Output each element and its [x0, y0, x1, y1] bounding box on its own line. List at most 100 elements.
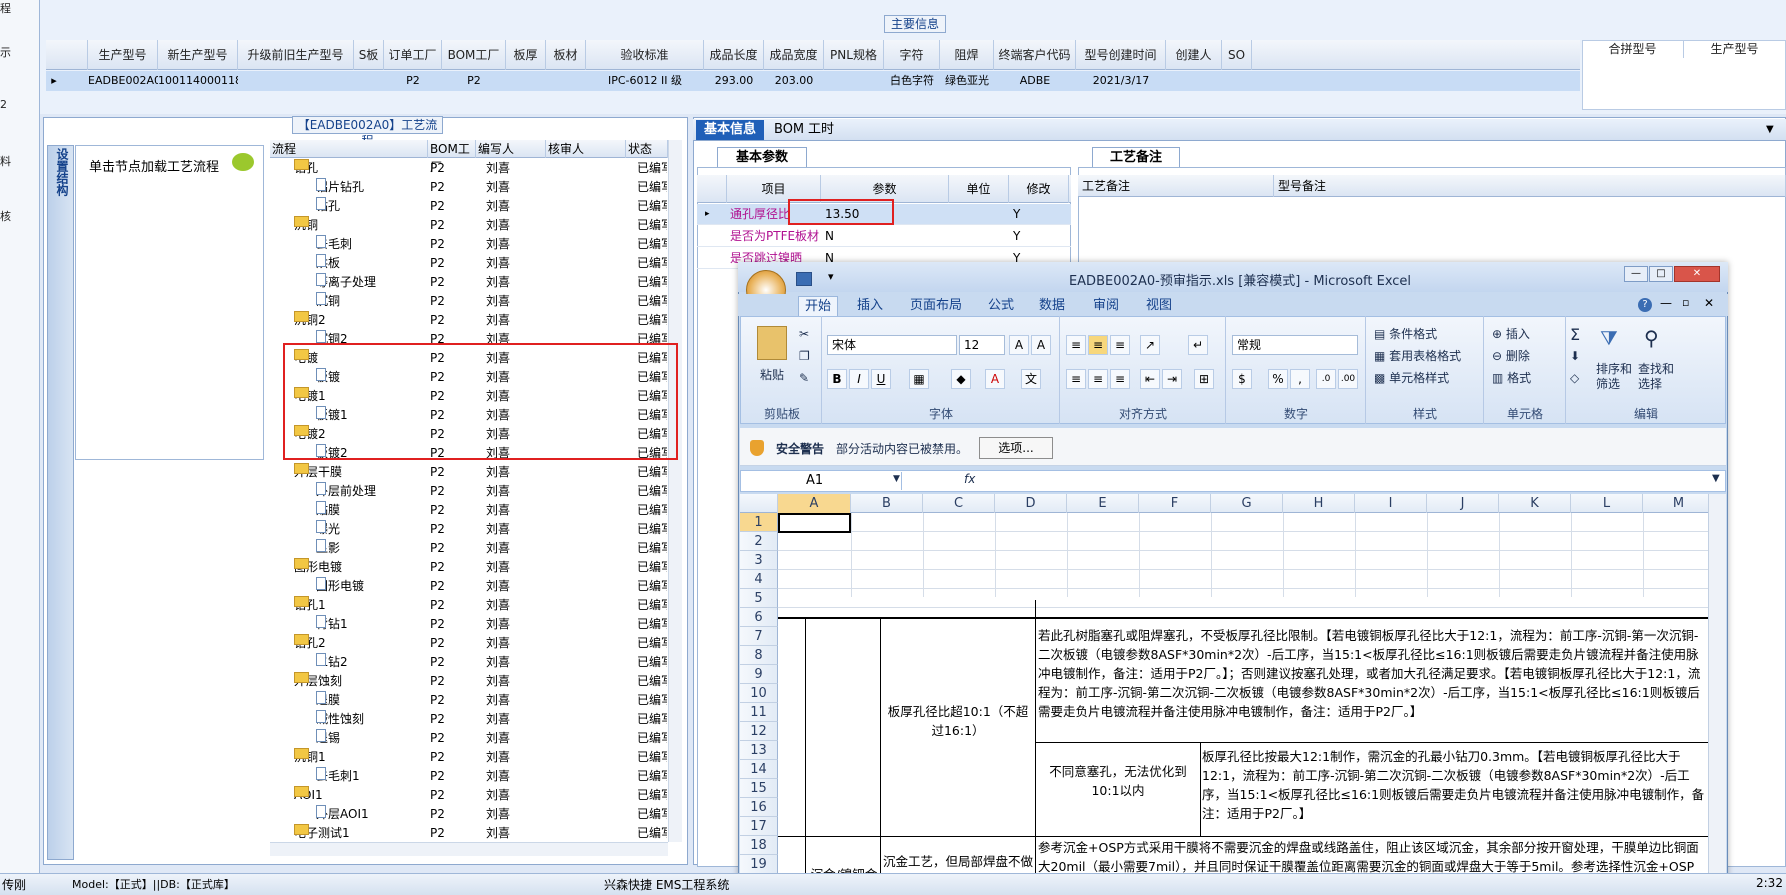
tree-node-name[interactable]: −外层干膜 — [294, 463, 342, 482]
main-col-header[interactable]: 板材 — [546, 40, 586, 70]
tree-node-name[interactable]: −沉铜 — [294, 216, 318, 235]
ribbon-tab-formulas[interactable]: 公式 — [982, 296, 1020, 316]
number-format-combo[interactable]: 常规 — [1232, 335, 1358, 355]
param-value[interactable]: N — [825, 226, 834, 247]
phonetic-icon[interactable]: 文 — [1021, 369, 1041, 389]
format-table-button[interactable]: ▦ 套用表格格式 — [1374, 347, 1461, 364]
maximize-icon[interactable]: □ — [1649, 266, 1673, 282]
shrink-font-icon[interactable]: A — [1031, 335, 1051, 355]
main-col-header[interactable]: 成品宽度 — [764, 40, 824, 70]
tree-row[interactable]: 退锡 P2 刘喜 已编写 — [270, 729, 682, 748]
tree-row[interactable]: −钻孔 P2 刘喜 已编写 — [270, 159, 682, 178]
tree-row[interactable]: −沉铜2 P2 刘喜 已编写 — [270, 311, 682, 330]
select-all-corner[interactable] — [740, 494, 778, 513]
column-header[interactable]: C — [923, 494, 995, 513]
excel-vertical-scrollbar[interactable] — [1708, 494, 1726, 895]
ribbon-minimize-icon[interactable]: — — [1660, 296, 1672, 310]
merge-center-icon[interactable]: ⊞ — [1194, 369, 1214, 389]
help-icon[interactable]: ? — [1638, 298, 1652, 312]
param-row[interactable]: 是否为PTFE板材 N Y — [697, 226, 1071, 247]
main-cell[interactable]: ADBE — [994, 71, 1076, 91]
row-header[interactable]: 8 — [740, 646, 778, 665]
main-cell[interactable]: 293.00 — [704, 71, 764, 91]
clear-icon[interactable]: ◇ — [1570, 371, 1579, 385]
tree-row[interactable]: 背钻1 P2 刘喜 已编写 — [270, 615, 682, 634]
param-header-unit[interactable]: 单位 — [949, 175, 1009, 203]
cell-styles-button[interactable]: ▩ 单元格样式 — [1374, 369, 1449, 386]
main-cell[interactable] — [506, 71, 546, 91]
column-header[interactable]: G — [1211, 494, 1283, 513]
close-icon[interactable]: ✕ — [1674, 266, 1720, 282]
main-col-header[interactable]: 成品长度 — [704, 40, 764, 70]
find-select-icon[interactable]: ⚲ — [1644, 326, 1659, 350]
find-select-label[interactable]: 查找和 选择 — [1638, 362, 1674, 392]
main-col-header[interactable]: BOM工厂 — [442, 40, 506, 70]
tree-row[interactable]: 显影 P2 刘喜 已编写 — [270, 539, 682, 558]
tree-node-name[interactable]: 外层前处理 — [316, 482, 376, 501]
settings-side-tab[interactable] — [47, 145, 74, 860]
left-strip-item[interactable]: 2 — [0, 98, 7, 111]
row-header[interactable]: 6 — [740, 608, 778, 627]
tree-node-name[interactable]: 铝片钻孔 — [316, 178, 364, 197]
tree-node-name[interactable]: 外层AOI1 — [316, 805, 369, 824]
tree-node-name[interactable]: −沉铜1 — [294, 748, 326, 767]
sort-filter-icon[interactable]: ⧩ — [1600, 326, 1618, 350]
tree-row[interactable]: −图形电镀 P2 刘喜 已编写 — [270, 558, 682, 577]
column-header[interactable]: B — [851, 494, 923, 513]
left-strip-item[interactable]: 核 — [0, 208, 11, 224]
tree-row[interactable]: −电子测试1 P2 刘喜 已编写 — [270, 824, 682, 843]
conditional-format-button[interactable]: ▤ 条件格式 — [1374, 325, 1437, 342]
main-col-header[interactable]: 终端客户代码 — [994, 40, 1076, 70]
cell-text-max-ratio[interactable]: 板厚孔径比按最大12:1制作，需沉金的孔最小钻刀0.3mm。【若电镀铜板厚孔径比… — [1202, 747, 1706, 823]
row-header[interactable]: 17 — [740, 817, 778, 836]
tab-basic-params[interactable]: 基本参数 — [717, 147, 807, 167]
align-top-icon[interactable]: ≡ — [1066, 335, 1086, 355]
tree-row[interactable]: −外层蚀刻 P2 刘喜 已编写 — [270, 672, 682, 691]
main-col-header[interactable]: SO — [1222, 40, 1252, 70]
row-header[interactable]: 18 — [740, 836, 778, 855]
ribbon-tab-view[interactable]: 视图 — [1140, 296, 1178, 316]
fx-icon[interactable]: fx — [964, 472, 975, 486]
tree-node-name[interactable]: 沉铜 — [316, 292, 340, 311]
row-header[interactable]: 13 — [740, 741, 778, 760]
wrap-text-icon[interactable]: ↵ — [1188, 335, 1208, 355]
tree-node-name[interactable]: −沉铜2 — [294, 311, 326, 330]
tree-node-name[interactable]: −钻孔 — [294, 159, 318, 178]
comma-icon[interactable]: , — [1290, 369, 1310, 389]
tree-node-name[interactable]: 去毛刺 — [316, 235, 352, 254]
tree-row[interactable]: −钻孔2 P2 刘喜 已编写 — [270, 634, 682, 653]
tree-node-name[interactable]: 贴膜 — [316, 501, 340, 520]
row-header[interactable]: 2 — [740, 532, 778, 551]
tree-node-name[interactable]: 图形电镀 — [316, 577, 364, 596]
row-header[interactable]: 3 — [740, 551, 778, 570]
align-bottom-icon[interactable]: ≡ — [1110, 335, 1130, 355]
tree-vertical-scrollbar[interactable] — [668, 140, 682, 842]
tree-node-name[interactable]: 碱性蚀刻 — [316, 710, 364, 729]
tree-row[interactable]: 贴膜 P2 刘喜 已编写 — [270, 501, 682, 520]
main-cell[interactable] — [1166, 71, 1222, 91]
main-col-header[interactable]: 升级前旧生产型号 — [238, 40, 354, 70]
main-cell[interactable]: 绿色亚光 — [940, 71, 994, 91]
ribbon-restore-icon[interactable]: ▫ — [1682, 296, 1689, 309]
ribbon-tab-home[interactable]: 开始 — [798, 296, 839, 317]
tree-row[interactable]: 去毛刺 P2 刘喜 已编写 — [270, 235, 682, 254]
left-strip-item[interactable]: 程 — [0, 0, 11, 16]
main-cell[interactable] — [238, 71, 354, 91]
left-strip-item[interactable]: 料 — [0, 153, 11, 169]
decrease-indent-icon[interactable]: ⇤ — [1140, 369, 1160, 389]
tree-node-name[interactable]: −电子测试1 — [294, 824, 350, 843]
align-right-icon[interactable]: ≡ — [1110, 369, 1130, 389]
tree-row[interactable]: 铝片钻孔 P2 刘喜 已编写 — [270, 178, 682, 197]
tree-row[interactable]: 去毛刺1 P2 刘喜 已编写 — [270, 767, 682, 786]
main-cell[interactable]: 203.00 — [764, 71, 824, 91]
main-col-header[interactable]: 阻焊 — [940, 40, 994, 70]
main-cell[interactable]: 2021/3/17 — [1076, 71, 1166, 91]
tab-basic-info[interactable]: 基本信息 — [696, 120, 765, 140]
main-col-header[interactable]: 订单工厂 — [384, 40, 442, 70]
tree-row[interactable]: −沉铜 P2 刘喜 已编写 — [270, 216, 682, 235]
row-header[interactable]: 19 — [740, 855, 778, 874]
tree-header-reviewer[interactable]: 核审人 — [546, 140, 626, 158]
save-icon[interactable] — [796, 272, 812, 286]
tree-header-flow[interactable]: 流程 — [270, 140, 428, 158]
row-header[interactable]: 15 — [740, 779, 778, 798]
